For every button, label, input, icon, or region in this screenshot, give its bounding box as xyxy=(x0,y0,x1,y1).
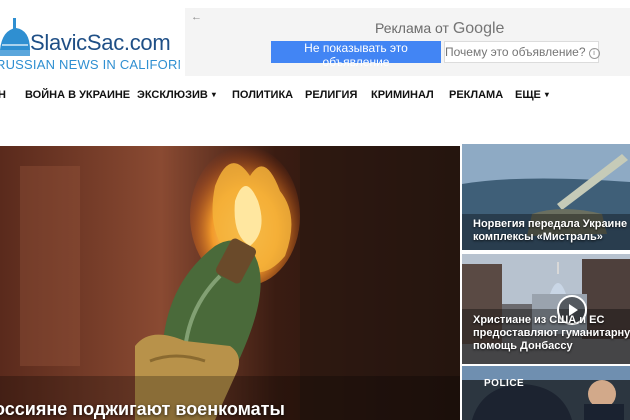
side-title-2: Христиане из США и ЕС предоставляют гума… xyxy=(473,314,630,353)
ad-panel: ← Реклама от Google Не показывать это об… xyxy=(185,8,630,76)
why-this-ad-button[interactable]: Почему это объявление? i xyxy=(444,41,600,63)
hero-title: оссияне поджигают военкоматы xyxy=(0,399,285,419)
site-name: SlavicSac.com xyxy=(30,30,171,55)
hide-ad-button[interactable]: Не показывать это объявление xyxy=(271,41,441,69)
nav-label: РЕКЛАМА xyxy=(449,89,504,101)
site-logo[interactable]: SlavicSac.com RUSSIAN NEWS IN CALIFORNIA xyxy=(0,0,180,78)
nav-item-crime[interactable]: КРИМИНАЛ xyxy=(371,89,434,101)
side-title-line: Норвегия передала Украине зе xyxy=(473,218,630,230)
side-title-1: Норвегия передала Украине зе комплексы «… xyxy=(473,218,630,244)
nav-label: РЕЛИГИЯ xyxy=(305,89,358,101)
side-article-2[interactable]: Христиане из США и ЕС предоставляют гума… xyxy=(462,254,630,364)
hero-article[interactable]: оссияне поджигают военкоматы xyxy=(0,146,460,420)
nav-label: КРИМИНАЛ xyxy=(371,89,434,101)
nav-label: ВОЙНА В УКРАИНЕ xyxy=(25,89,131,101)
side-article-1[interactable]: Норвегия передала Украине зе комплексы «… xyxy=(462,144,630,250)
hero-image xyxy=(0,146,460,420)
capitol-dome-icon xyxy=(0,18,30,56)
nav-item-war[interactable]: ВОЙНА В УКРАИНЕ xyxy=(25,89,130,101)
side-title-line: предоставляют гуманитарную xyxy=(473,327,630,339)
main-nav: Н ВОЙНА В УКРАИНЕ ЭКСКЛЮЗИВ ▾ ПОЛИТИКА РЕ… xyxy=(0,80,630,112)
nav-label: ЕЩЕ xyxy=(515,89,541,101)
ad-title-brand: Google xyxy=(452,20,505,37)
ad-title-prefix: Реклама от xyxy=(375,20,449,36)
police-badge: POLICE xyxy=(484,378,525,389)
side-title-line: Христиане из США и ЕС xyxy=(473,314,605,326)
nav-item-ads[interactable]: РЕКЛАМА xyxy=(449,89,503,101)
info-icon: i xyxy=(588,48,600,59)
side-title-line: помощь Донбассу xyxy=(473,340,573,352)
side-article-3[interactable]: POLICE xyxy=(462,366,630,420)
nav-label: ПОЛИТИКА xyxy=(232,89,294,101)
nav-label: ЭКСКЛЮЗИВ xyxy=(137,89,208,101)
why-this-ad-label: Почему это объявление? xyxy=(445,45,586,59)
side-title-line: комплексы «Мистраль» xyxy=(473,231,603,243)
chevron-down-icon: ▾ xyxy=(211,90,216,99)
chevron-down-icon: ▾ xyxy=(544,90,549,99)
nav-label: Н xyxy=(0,89,6,101)
nav-item-exclusive[interactable]: ЭКСКЛЮЗИВ ▾ xyxy=(137,89,216,101)
side-image-3 xyxy=(462,366,630,420)
nav-item-politics[interactable]: ПОЛИТИКА xyxy=(232,89,293,101)
nav-item-news[interactable]: Н xyxy=(0,89,6,101)
nav-item-more[interactable]: ЕЩЕ ▾ xyxy=(515,89,549,101)
ad-title: Реклама от Google xyxy=(375,20,504,38)
nav-item-religion[interactable]: РЕЛИГИЯ xyxy=(305,89,357,101)
site-tagline: RUSSIAN NEWS IN CALIFORNIA xyxy=(0,57,180,72)
arrow-left-icon[interactable]: ← xyxy=(191,11,202,23)
